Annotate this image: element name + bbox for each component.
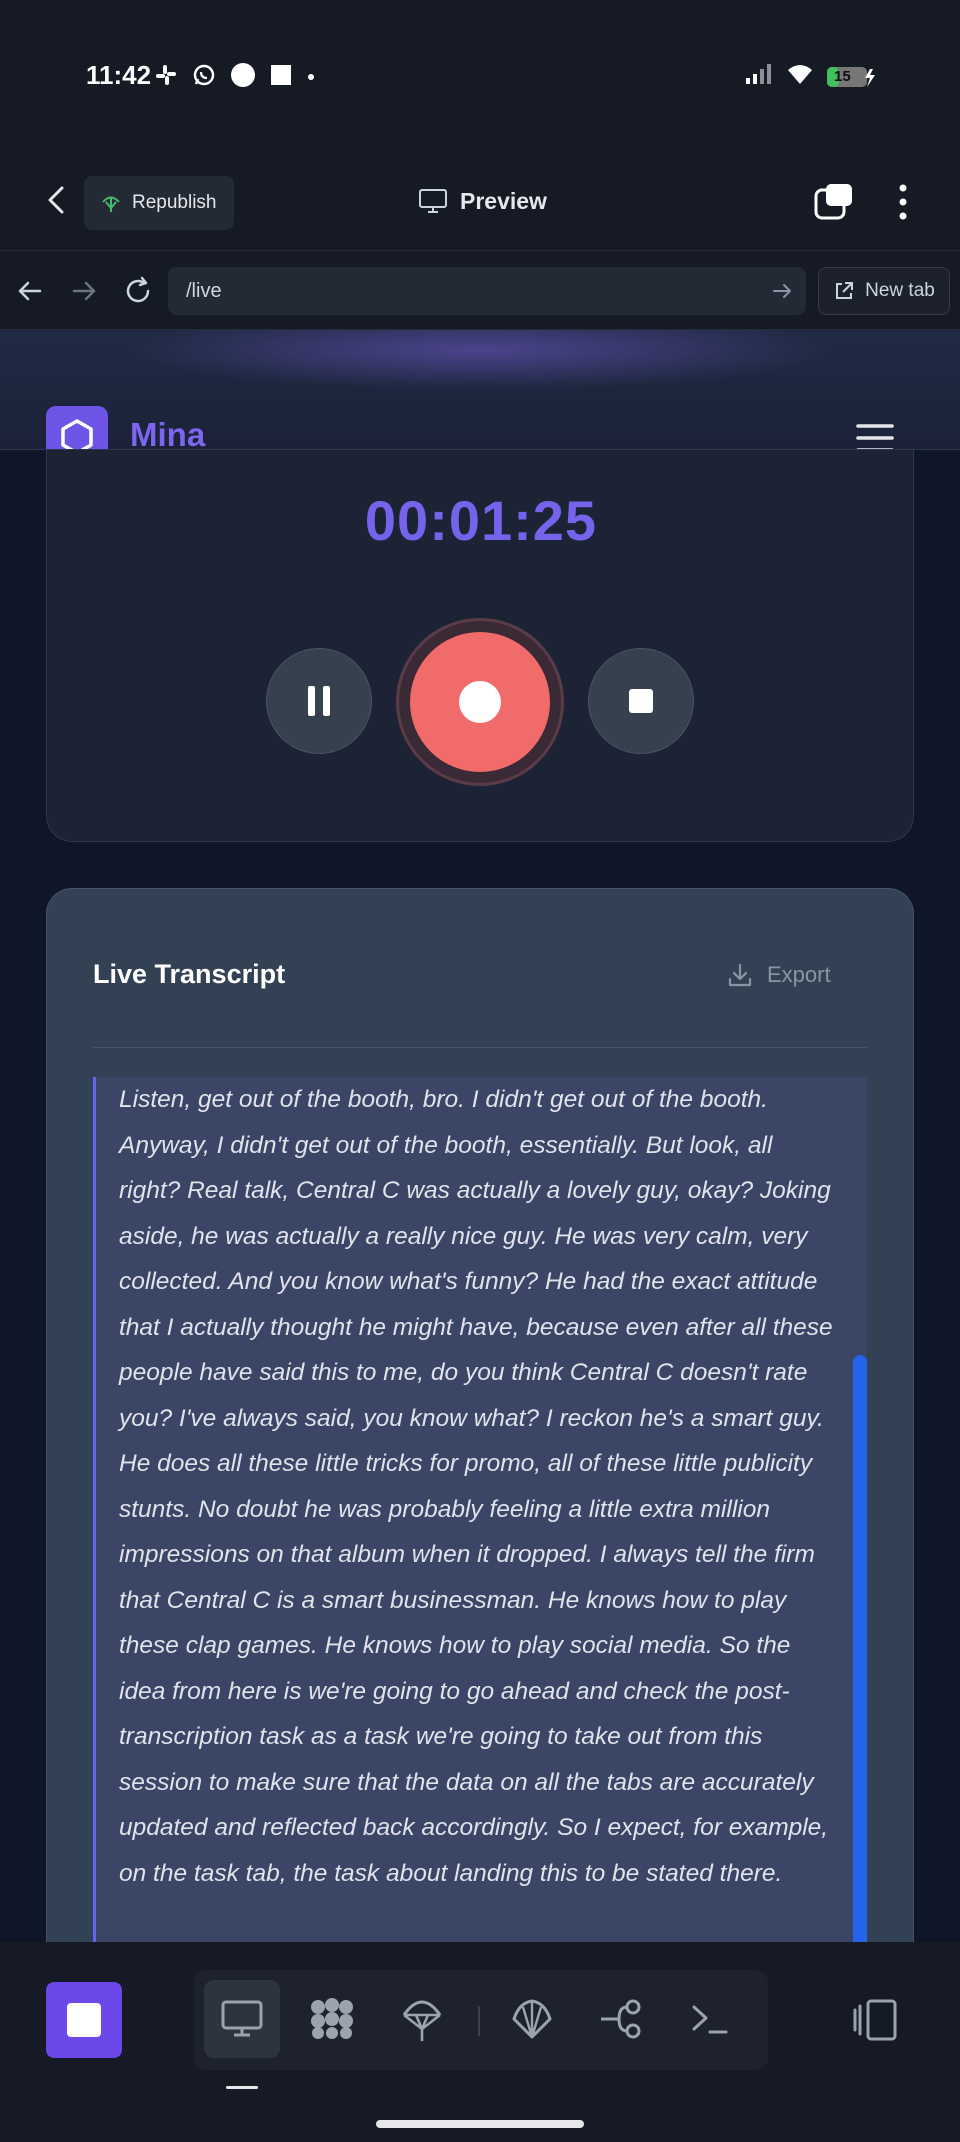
header-glow bbox=[120, 330, 840, 390]
record-button-ring[interactable] bbox=[396, 618, 564, 786]
split-view-icon[interactable] bbox=[852, 1998, 898, 2042]
terminal-tool-button[interactable] bbox=[672, 1980, 748, 2058]
republish-button[interactable]: Republish bbox=[84, 176, 234, 230]
back-chevron-icon[interactable] bbox=[38, 182, 74, 218]
url-input[interactable]: /live bbox=[168, 267, 806, 315]
deploy-tool-button[interactable] bbox=[384, 1980, 460, 2058]
home-indicator[interactable] bbox=[376, 2120, 584, 2128]
go-arrow-icon[interactable] bbox=[770, 279, 794, 303]
battery-icon: 15 bbox=[826, 65, 876, 89]
git-tool-button[interactable] bbox=[584, 1980, 660, 2058]
system-status-icons: 15 bbox=[744, 62, 876, 91]
whatsapp-icon bbox=[192, 63, 216, 92]
site-header: Mina bbox=[0, 330, 960, 450]
url-text: /live bbox=[186, 279, 222, 302]
transcript-scroll-thumb[interactable] bbox=[853, 1355, 867, 1942]
parachute-icon bbox=[402, 2000, 442, 2041]
square-app-icon bbox=[270, 64, 292, 91]
transcript-title: Live Transcript bbox=[93, 959, 286, 989]
bottom-toolbar bbox=[0, 1942, 960, 2142]
site-logo[interactable] bbox=[46, 406, 108, 449]
record-button[interactable] bbox=[410, 632, 550, 772]
shell-icon bbox=[512, 1999, 552, 2039]
terminal-icon bbox=[692, 2005, 728, 2034]
cluster-icon bbox=[311, 1998, 353, 2039]
transcript-card: Live Transcript Export Listen, get out o… bbox=[46, 888, 914, 1942]
browser-url-bar: /live New tab bbox=[0, 250, 960, 330]
new-tab-button[interactable]: New tab bbox=[818, 267, 950, 315]
branch-icon bbox=[601, 1999, 641, 2039]
preview-title: Preview bbox=[418, 180, 547, 222]
tool-separator bbox=[478, 2006, 480, 2036]
app-bar: Republish Preview bbox=[0, 150, 960, 250]
stop-button[interactable] bbox=[588, 648, 694, 754]
agents-tool-button[interactable] bbox=[294, 1980, 370, 2058]
monitor-icon bbox=[221, 2000, 263, 2037]
reload-icon[interactable] bbox=[120, 273, 156, 309]
hamburger-menu-icon[interactable] bbox=[856, 422, 894, 450]
shell-tool-button[interactable] bbox=[494, 1980, 570, 2058]
pause-icon bbox=[308, 686, 330, 716]
stop-agent-button[interactable] bbox=[46, 1982, 122, 2058]
web-content: 00:01:25 Live Transcript Export Listen, … bbox=[0, 330, 960, 1942]
recorder-card: 00:01:25 bbox=[46, 450, 914, 842]
circle-app-icon bbox=[230, 62, 256, 93]
stop-icon bbox=[629, 689, 653, 713]
more-notifications-dot-icon bbox=[306, 69, 316, 87]
hexagon-logo-icon bbox=[61, 419, 93, 449]
stop-square-icon bbox=[67, 2003, 101, 2037]
status-time: 11:42 bbox=[86, 60, 152, 90]
preview-label: Preview bbox=[460, 187, 547, 214]
more-vertical-icon[interactable] bbox=[888, 180, 918, 224]
slack-icon bbox=[154, 63, 178, 92]
recording-timer: 00:01:25 bbox=[364, 489, 598, 552]
export-button[interactable]: Export bbox=[727, 957, 831, 993]
tabs-icon[interactable] bbox=[812, 180, 856, 224]
back-arrow-icon[interactable] bbox=[12, 273, 48, 309]
new-tab-label: New tab bbox=[865, 280, 935, 301]
wifi-icon bbox=[786, 62, 814, 91]
download-icon bbox=[728, 963, 752, 987]
transcript-divider bbox=[93, 1047, 867, 1048]
preview-tool-button[interactable] bbox=[204, 1980, 280, 2058]
pause-button[interactable] bbox=[266, 648, 372, 754]
site-name[interactable]: Mina bbox=[130, 416, 205, 449]
forward-arrow-icon[interactable] bbox=[66, 273, 102, 309]
record-dot-icon bbox=[459, 681, 501, 723]
signal-icon bbox=[744, 62, 774, 91]
republish-icon bbox=[102, 196, 120, 212]
export-label: Export bbox=[767, 962, 831, 987]
external-link-icon bbox=[836, 282, 854, 299]
transcript-text: Listen, get out of the booth, bro. I did… bbox=[93, 1077, 853, 1942]
battery-level: 15 bbox=[834, 67, 851, 85]
monitor-icon bbox=[419, 189, 447, 213]
notification-icons bbox=[154, 62, 316, 93]
tool-group bbox=[194, 1970, 768, 2070]
republish-label: Republish bbox=[132, 192, 217, 213]
active-tool-indicator bbox=[226, 2086, 258, 2089]
status-bar: 11:42 15 bbox=[0, 0, 960, 150]
